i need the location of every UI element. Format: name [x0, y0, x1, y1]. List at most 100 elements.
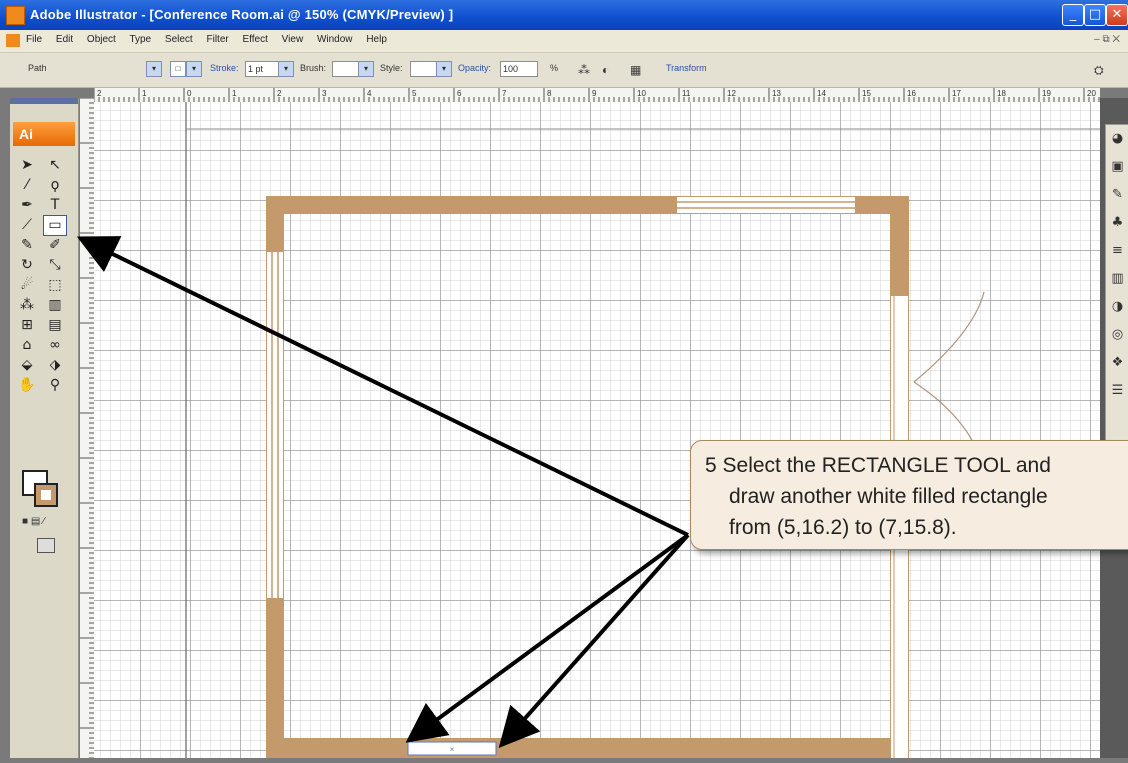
swatches-panel-icon[interactable]: ▣: [1106, 153, 1128, 181]
stroke-label[interactable]: Stroke:: [210, 63, 239, 73]
ruler-tick-label: 20: [1087, 89, 1096, 98]
instruction-line-3: from (5,16.2) to (7,15.8).: [729, 516, 957, 539]
menu-file[interactable]: File: [26, 34, 42, 45]
menu-view[interactable]: View: [282, 34, 304, 45]
vertical-ruler[interactable]: [80, 97, 95, 759]
warp-tool-icon[interactable]: ☄: [16, 276, 38, 295]
menu-window[interactable]: Window: [317, 34, 353, 45]
horizontal-ruler[interactable]: 2 1 0 1 2 3 4 5 6 7 8 9 10 11 12 13 14 15 16 17 18 19 20: [93, 88, 1100, 103]
selection-label: Path: [28, 63, 47, 73]
pen-tool-icon[interactable]: ✒: [16, 196, 38, 215]
recolor-icon[interactable]: ▦: [630, 63, 641, 77]
ruler-tick-label: 11: [682, 89, 691, 98]
scale-tool-icon[interactable]: ⤡: [44, 256, 66, 275]
ruler-tick-label: 16: [907, 89, 916, 98]
opacity-label[interactable]: Opacity:: [458, 63, 491, 73]
stroke-color-swatch[interactable]: [34, 483, 58, 507]
screen-mode-button[interactable]: [37, 538, 55, 553]
title-bar: Adobe Illustrator - [Conference Room.ai …: [0, 0, 1128, 30]
paintbrush-tool-icon[interactable]: ✎: [16, 236, 38, 255]
document-window-controls[interactable]: – ⧉ ✕: [1094, 34, 1120, 45]
brush-label: Brush:: [300, 63, 327, 73]
blend-tool-icon[interactable]: ∞: [44, 336, 66, 355]
symbol-sprayer-tool-icon[interactable]: ⁂: [16, 296, 38, 315]
menu-select[interactable]: Select: [165, 34, 193, 45]
ruler-tick-label: 10: [637, 89, 646, 98]
arrange-icon[interactable]: ⁂: [578, 63, 590, 77]
rotate-tool-icon[interactable]: ↻: [16, 256, 38, 275]
menu-type[interactable]: Type: [129, 34, 151, 45]
brush-dropdown[interactable]: ▾: [358, 61, 374, 77]
stroke-swatch[interactable]: □: [170, 61, 186, 77]
menu-help[interactable]: Help: [366, 34, 387, 45]
menu-object[interactable]: Object: [87, 34, 116, 45]
color-panel-icon[interactable]: ◕: [1106, 125, 1128, 153]
ruler-tick-label: 4: [367, 89, 372, 98]
live-paint-tool-icon[interactable]: ⬙: [16, 356, 38, 375]
ruler-tick-label: 8: [547, 89, 552, 98]
horizontal-ruler-ticks: 2 1 0 1 2 3 4 5 6 7 8 9 10 11 12 13 14 15 16 17 18 19 20: [93, 88, 1100, 102]
stroke-panel-icon[interactable]: ≡: [1106, 237, 1128, 265]
menu-filter[interactable]: Filter: [206, 34, 228, 45]
graph-tool-icon[interactable]: ▥: [44, 296, 66, 315]
menu-items: File Edit Object Type Select Filter Effe…: [26, 34, 398, 45]
bridge-icon[interactable]: ⛭: [1094, 63, 1104, 78]
hand-tool-icon[interactable]: ✋: [16, 376, 38, 395]
toolbox-grip[interactable]: [10, 98, 78, 104]
appearance-panel-icon[interactable]: ◎: [1106, 321, 1128, 349]
top-window[interactable]: [677, 197, 855, 213]
zoom-tool-icon[interactable]: ⚲: [44, 376, 66, 395]
illustrator-app-icon: [6, 6, 25, 25]
live-paint-selection-tool-icon[interactable]: ⬗: [44, 356, 66, 375]
style-field[interactable]: [410, 61, 438, 77]
bottom-wall[interactable]: [266, 738, 909, 758]
ruler-tick-label: 6: [457, 89, 462, 98]
stroke-dropdown[interactable]: ▾: [186, 61, 202, 77]
ai-logo: Ai: [13, 122, 75, 146]
maximize-icon[interactable]: □: [1084, 4, 1106, 26]
pencil-tool-icon[interactable]: ✐: [44, 236, 66, 255]
brushes-panel-icon[interactable]: ✎: [1106, 181, 1128, 209]
style-dropdown[interactable]: ▾: [436, 61, 452, 77]
ruler-tick-label: 7: [502, 89, 507, 98]
stroke-weight-dropdown[interactable]: ▾: [278, 61, 294, 77]
menu-effect[interactable]: Effect: [243, 34, 268, 45]
rectangle-center-mark: ×: [450, 745, 455, 754]
lasso-tool-icon[interactable]: ϙ: [44, 176, 66, 195]
graphic-styles-panel-icon[interactable]: ❖: [1106, 349, 1128, 377]
ruler-tick-label: 9: [592, 89, 597, 98]
document-icon[interactable]: [6, 34, 20, 47]
layers-panel-icon[interactable]: ☰: [1106, 377, 1128, 405]
transparency-panel-icon[interactable]: ◑: [1106, 293, 1128, 321]
opacity-field[interactable]: 100: [500, 61, 538, 77]
left-window[interactable]: [267, 252, 283, 598]
ruler-tick-label: 1: [142, 89, 147, 98]
transform-link[interactable]: Transform: [666, 63, 707, 73]
artboard-canvas[interactable]: ×: [94, 102, 1100, 758]
stroke-weight-field[interactable]: 1 pt: [245, 61, 279, 77]
ruler-tick-label: 17: [952, 89, 961, 98]
gradient-panel-icon[interactable]: ▥: [1106, 265, 1128, 293]
align-icon[interactable]: ◐: [602, 63, 609, 77]
mesh-tool-icon[interactable]: ⊞: [16, 316, 38, 335]
type-tool-icon[interactable]: T: [44, 196, 66, 215]
fill-dropdown[interactable]: ▾: [146, 61, 162, 77]
symbols-panel-icon[interactable]: ♣: [1106, 209, 1128, 237]
gradient-tool-icon[interactable]: ▤: [44, 316, 66, 335]
free-transform-tool-icon[interactable]: ⬚: [44, 276, 66, 295]
menu-edit[interactable]: Edit: [56, 34, 73, 45]
ruler-tick-label: 19: [1042, 89, 1051, 98]
vertical-ruler-ticks: [80, 97, 94, 759]
color-mode-buttons[interactable]: ■ ▤ ⁄: [22, 516, 45, 527]
instruction-line-2: draw another white filled rectangle: [729, 485, 1048, 508]
minimize-icon[interactable]: _: [1062, 4, 1084, 26]
eyedropper-tool-icon[interactable]: ⌂: [16, 336, 38, 355]
line-tool-icon[interactable]: ⟋: [16, 216, 38, 235]
brush-field[interactable]: [332, 61, 360, 77]
direct-selection-tool-icon[interactable]: ↖: [44, 156, 66, 175]
rectangle-tool-icon[interactable]: ▭: [43, 215, 67, 236]
selection-tool-icon[interactable]: ➤: [16, 156, 38, 175]
magic-wand-tool-icon[interactable]: ⁄: [16, 176, 38, 195]
close-icon[interactable]: ✕: [1106, 4, 1128, 26]
ruler-tick-label: 1: [232, 89, 237, 98]
